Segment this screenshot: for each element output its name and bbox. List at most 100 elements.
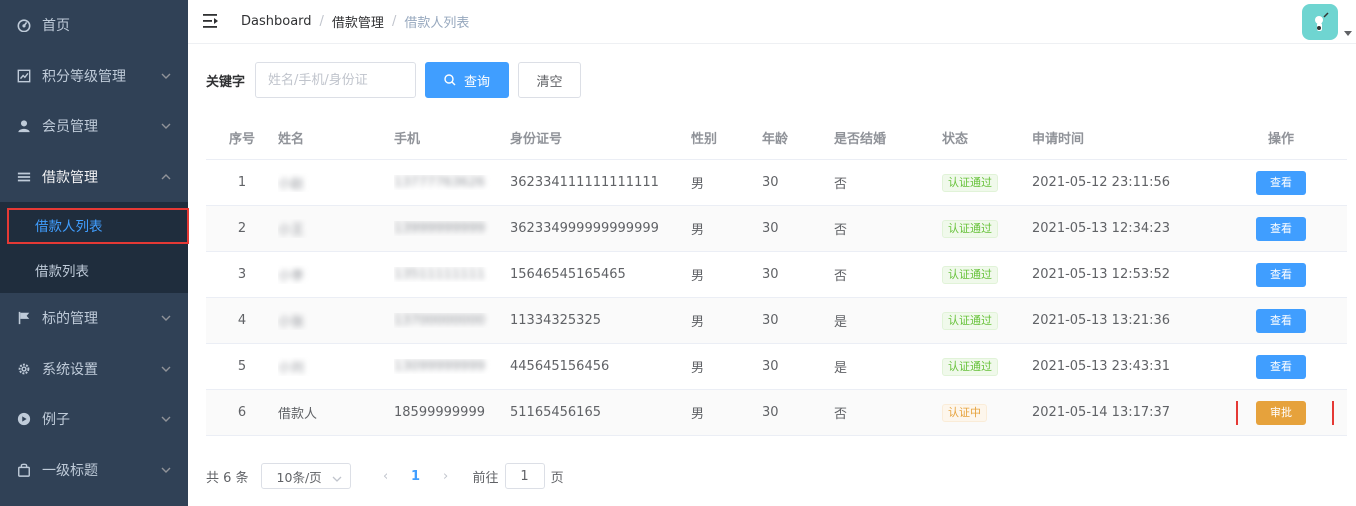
borrower-table: 序号 姓名 手机 身份证号 性别 年龄 是否结婚 状态 申请时间 操作 1 小赵 1… <box>206 115 1347 436</box>
query-button[interactable]: 查询 <box>425 62 510 98</box>
cell-married: 是 <box>834 357 942 376</box>
cell-phone: 13700000000 <box>394 313 510 328</box>
loans-submenu: 借款人列表 借款列表 <box>0 202 189 294</box>
gear-icon <box>16 361 32 377</box>
breadcrumb: Dashboard / 借款管理 / 借款人列表 <box>241 12 469 31</box>
sidebar-item-examples[interactable]: 例子 <box>0 394 188 445</box>
cell-no: 4 <box>206 313 278 328</box>
cell-no-value: 3 <box>237 267 247 282</box>
navbar: Dashboard / 借款管理 / 借款人列表 <box>188 0 1356 44</box>
sidebar-item-points[interactable]: 积分等级管理 <box>0 51 188 102</box>
goto-page-input[interactable] <box>504 463 545 489</box>
table-body: 1 小赵 13777763626 362334111111111111 男 30 否认证通过… <box>206 160 1347 436</box>
keyword-label: 关键字 <box>206 74 246 90</box>
approve-button[interactable]: 审批 <box>1256 400 1306 425</box>
example-icon <box>16 411 32 427</box>
cell-name-value: 小张 <box>278 315 305 330</box>
sidebar-item-members[interactable]: 会员管理 <box>0 101 188 152</box>
cell-gender-value: 男 <box>691 407 705 422</box>
page-size-select[interactable]: 10条/页 <box>260 463 351 489</box>
cell-gender: 男 <box>691 311 762 330</box>
chevron-down-icon <box>160 413 172 425</box>
cell-phone-value: 13099999999 <box>394 359 485 374</box>
clear-button[interactable]: 清空 <box>518 62 582 98</box>
cell-gender: 男 <box>691 173 762 192</box>
sidebar-item-label: 借款管理 <box>42 169 98 186</box>
page-size-value: 10条/页 <box>276 469 322 485</box>
avatar[interactable] <box>1302 4 1338 40</box>
search-input[interactable] <box>255 62 417 98</box>
view-button[interactable]: 查看 <box>1256 308 1306 333</box>
chevron-down-icon <box>160 464 172 476</box>
cell-no: 5 <box>206 359 278 374</box>
cell-age: 30 <box>762 359 834 374</box>
sidebar-subitem-borrower-list[interactable]: 借款人列表 <box>0 202 189 248</box>
cell-gender-value: 男 <box>691 361 705 376</box>
cell-no-value: 6 <box>237 405 247 420</box>
clear-button-label: 清空 <box>536 74 563 90</box>
cell-gender-value: 男 <box>691 269 705 284</box>
cell-time-value: 2021-05-14 13:17:37 <box>1032 405 1171 420</box>
goto-prefix: 前往 <box>472 470 499 486</box>
view-button[interactable]: 查看 <box>1256 354 1306 379</box>
main-content: 关键字 查询 清空 序号 姓名 手机 身份证号 性别 年龄 是否结婚 状态 申请… <box>188 45 1356 506</box>
cell-name: 小刘 <box>278 357 394 376</box>
cell-age: 30 <box>762 267 834 282</box>
column-header: 姓名 <box>278 131 305 147</box>
cell-married-value: 是 <box>834 315 848 330</box>
prev-page-button[interactable]: ‹ <box>371 469 401 484</box>
flag-icon <box>16 310 32 326</box>
view-button[interactable]: 查看 <box>1256 262 1306 287</box>
cell-action: 查看 <box>1215 262 1347 287</box>
view-button[interactable]: 查看 <box>1256 170 1306 195</box>
cell-no-value: 4 <box>237 313 247 328</box>
cell-married-value: 是 <box>834 361 848 376</box>
page-number[interactable]: 1 <box>401 469 431 484</box>
cell-age-value: 30 <box>762 267 779 282</box>
caret-down-icon[interactable] <box>1344 26 1352 36</box>
cell-name-value: 借款人 <box>278 407 318 422</box>
column-header: 身份证号 <box>510 131 563 147</box>
sidebar-item-settings[interactable]: 系统设置 <box>0 344 188 395</box>
cell-action: 审批 <box>1215 400 1347 425</box>
cell-no: 3 <box>206 267 278 282</box>
cell-age-value: 30 <box>762 221 779 236</box>
status-badge: 认证通过 <box>942 311 998 330</box>
cell-id-card: 445645156456 <box>510 359 691 374</box>
status-badge: 认证中 <box>942 403 987 422</box>
cell-age: 30 <box>762 175 834 190</box>
view-button[interactable]: 查看 <box>1256 216 1306 241</box>
cell-married: 否 <box>834 173 942 192</box>
cell-id-card: 362334999999999999 <box>510 221 691 236</box>
breadcrumb-loans[interactable]: 借款管理 <box>332 12 384 31</box>
breadcrumb-dashboard[interactable]: Dashboard <box>241 14 312 29</box>
menu-fold-icon[interactable] <box>203 13 221 30</box>
sidebar-subitem-loan-list[interactable]: 借款列表 <box>0 248 188 294</box>
cell-time: 2021-05-13 13:21:36 <box>1032 313 1215 328</box>
goto-page: 前往 页 <box>473 463 564 489</box>
sidebar-item-targets[interactable]: 标的管理 <box>0 293 188 344</box>
cell-status: 认证通过 <box>942 311 1032 330</box>
cell-phone-value: 18599999999 <box>394 405 485 420</box>
cell-status: 认证通过 <box>942 173 1032 192</box>
table-header: 序号 姓名 手机 身份证号 性别 年龄 是否结婚 状态 申请时间 操作 <box>206 115 1347 160</box>
dashboard-icon <box>16 17 32 33</box>
cell-age: 30 <box>762 313 834 328</box>
cell-name-value: 小赵 <box>278 177 305 192</box>
column-header: 是否结婚 <box>834 131 887 147</box>
sidebar-item-loans[interactable]: 借款管理 <box>0 152 188 203</box>
sidebar-item-level-one[interactable]: 一级标题 <box>0 445 188 496</box>
next-page-button[interactable]: › <box>431 469 461 484</box>
sidebar-item-home[interactable]: 首页 <box>0 0 188 51</box>
cell-phone-value: 13999999999 <box>394 221 485 236</box>
cell-phone: 13999999999 <box>394 221 510 236</box>
status-badge: 认证通过 <box>942 265 998 284</box>
column-header: 序号 <box>228 131 255 147</box>
cell-id-card: 362334111111111111 <box>510 175 691 190</box>
breadcrumb-current: 借款人列表 <box>404 16 470 31</box>
cell-time: 2021-05-13 12:34:23 <box>1032 221 1215 236</box>
cell-married: 否 <box>834 265 942 284</box>
table-row: 2 小王 13999999999 362334999999999999 男 30 否 认证通过… <box>206 206 1347 252</box>
cell-gender-value: 男 <box>691 315 705 330</box>
cell-no-value: 5 <box>237 359 247 374</box>
